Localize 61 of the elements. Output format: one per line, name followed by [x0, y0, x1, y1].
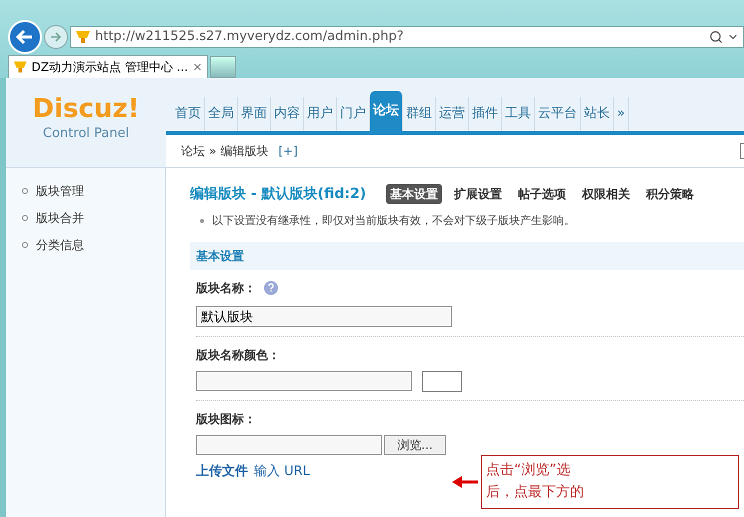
callout-text: 后，点最下方的 — [486, 483, 585, 502]
file-field[interactable] — [196, 434, 382, 454]
browse-button[interactable]: 浏览... — [384, 434, 446, 454]
nav-tab[interactable]: 用户 — [304, 97, 337, 131]
page-title: 编辑版块 - 默认版块(fid:2) — [190, 184, 366, 204]
arrow-icon — [452, 476, 478, 488]
mode-link[interactable]: 输入 URL — [254, 464, 310, 478]
brand-logo: Discuz! — [32, 96, 140, 122]
breadcrumb-link[interactable]: 编辑版块 — [220, 142, 268, 160]
bullet-icon — [22, 188, 28, 194]
nav-tab[interactable]: 内容 — [271, 97, 304, 131]
back-arrow-icon — [16, 29, 34, 45]
nav-tab[interactable]: 论坛 — [370, 91, 403, 131]
nav-tab[interactable]: 站长 — [581, 97, 614, 131]
callout-text: 点击“浏览”选 — [486, 461, 572, 480]
nav-tab[interactable]: » — [614, 97, 629, 131]
tab-title: DZ动力演示站点 管理中心 ... — [32, 59, 188, 76]
field-label: 版块图标： — [196, 410, 256, 428]
field-label: 版块名称颜色： — [196, 346, 280, 364]
address-field[interactable]: http://w211525.s27.myverydz.com/admin.php? — [70, 26, 744, 48]
browser-tab[interactable]: DZ动力演示站点 管理中心 ... — [8, 55, 208, 78]
color-swatch[interactable] — [422, 370, 462, 392]
sidebar-item[interactable]: 版块管理 — [36, 182, 84, 200]
address-text: http://w211525.s27.myverydz.com/admin.php? — [95, 28, 405, 46]
nav-tab[interactable]: 界面 — [238, 97, 271, 131]
settings-tab[interactable]: 扩展设置 — [450, 184, 506, 204]
nav-tab[interactable]: 运营 — [436, 97, 469, 131]
section-header: 基本设置 — [190, 242, 744, 270]
nav-tab[interactable]: 群组 — [403, 97, 436, 131]
favicon-icon — [13, 60, 28, 74]
breadcrumb-separator: » — [209, 143, 216, 160]
bullet-icon — [22, 215, 28, 221]
mode-link[interactable]: 上传文件 — [196, 464, 248, 478]
nav-tab[interactable]: 首页 — [172, 97, 205, 131]
favicon-icon — [75, 30, 91, 44]
nav-tab[interactable]: 插件 — [469, 97, 502, 131]
field-label: 版块名称： — [196, 280, 256, 296]
sidebar-item[interactable]: 版块合并 — [36, 209, 84, 227]
back-button[interactable] — [8, 20, 42, 54]
close-icon[interactable] — [192, 61, 203, 73]
note-text: 以下设置没有继承性，即仅对当前版块有效，不会对下级子版块产生影响。 — [212, 213, 575, 229]
settings-tab[interactable]: 基本设置 — [386, 184, 442, 204]
settings-tab[interactable]: 帖子选项 — [514, 184, 570, 204]
bullet-icon — [200, 219, 204, 224]
forward-button[interactable] — [44, 25, 68, 49]
text-field[interactable]: 默认版块 — [196, 306, 452, 327]
breadcrumb-link[interactable]: 论坛 — [181, 142, 205, 160]
bullet-icon — [22, 242, 28, 248]
add-link[interactable]: [+] — [278, 142, 298, 160]
new-tab-button[interactable] — [210, 56, 236, 78]
settings-tab[interactable]: 权限相关 — [578, 184, 634, 204]
logo-subtitle: Control Panel — [42, 125, 130, 143]
settings-tab[interactable]: 积分策略 — [642, 184, 698, 204]
nav-tab[interactable]: 全局 — [205, 97, 238, 131]
nav-tab[interactable]: 工具 — [502, 97, 535, 131]
forward-arrow-icon — [50, 32, 62, 42]
help-icon[interactable] — [264, 280, 278, 294]
nav-tab[interactable]: 云平台 — [535, 97, 581, 131]
sidebar-item[interactable]: 分类信息 — [36, 236, 84, 254]
text-field[interactable] — [196, 370, 412, 390]
search-icon[interactable] — [709, 30, 723, 44]
